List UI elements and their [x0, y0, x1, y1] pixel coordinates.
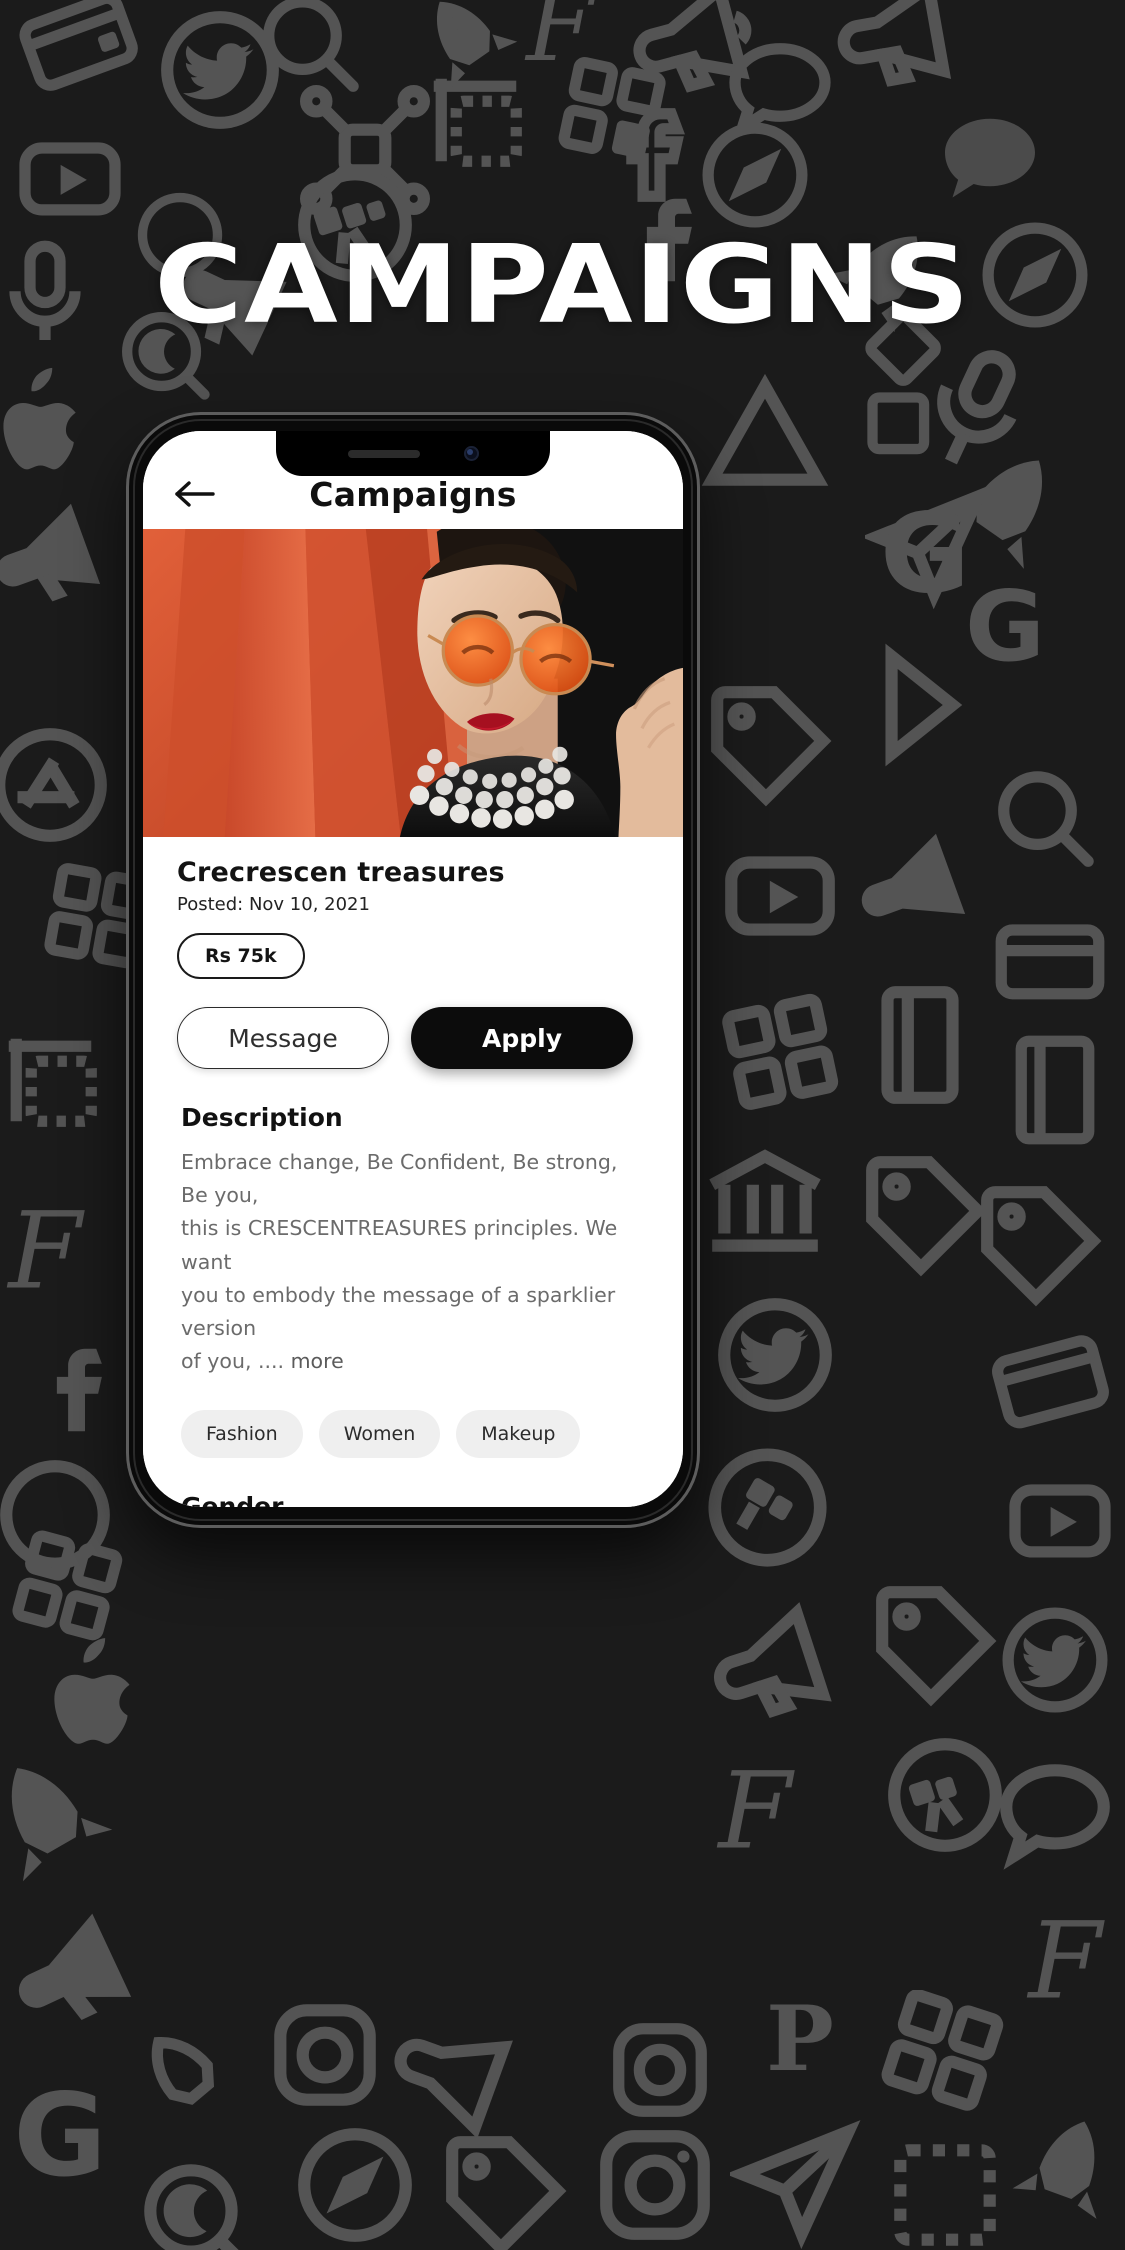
youtube-icon — [19, 142, 121, 216]
campaign-content: Crecrescen treasures Posted: Nov 10, 202… — [143, 837, 683, 1507]
read-more-link[interactable]: more — [291, 1349, 344, 1373]
app-store-icon — [0, 728, 107, 842]
blocks-icon — [722, 993, 839, 1110]
book-icon — [881, 986, 959, 1104]
description-line: you to embody the message of a sparklier… — [181, 1282, 616, 1341]
description-text: Embrace change, Be Confident, Be strong,… — [177, 1146, 649, 1378]
tag-chip[interactable]: Women — [318, 1410, 441, 1459]
campaign-hero-image — [143, 529, 683, 837]
credit-card-icon — [995, 924, 1105, 1000]
instagram-icon — [613, 2023, 707, 2117]
description-last-line: of you, .... more — [181, 1345, 645, 1378]
g-letter-icon: G — [880, 490, 970, 618]
page-title: CAMPAIGNS — [154, 223, 971, 348]
tag-chip[interactable]: Makeup — [456, 1410, 581, 1459]
phone-screen: Campaigns Crecrescen treasures Posted: N… — [143, 431, 683, 1507]
message-button[interactable]: Message — [177, 1007, 389, 1069]
apple-icon — [3, 367, 76, 470]
phone-mockup: Campaigns Crecrescen treasures Posted: N… — [129, 415, 697, 1525]
tag-chip[interactable]: Fashion — [181, 1410, 303, 1459]
apple-icon — [54, 1638, 130, 1744]
tag-icon — [446, 2136, 567, 2250]
f-letter-icon: F — [1026, 1900, 1105, 2023]
facebook-icon — [56, 1348, 102, 1432]
front-camera-icon — [463, 446, 479, 461]
chat-bubble-icon — [945, 118, 1035, 198]
gender-heading: Gender — [181, 1492, 284, 1507]
tag-icon — [876, 1586, 997, 1707]
tag-icon — [981, 1186, 1102, 1307]
search-icon — [998, 771, 1094, 867]
left-arrow-icon[interactable] — [173, 476, 217, 512]
paypal-icon: P — [766, 1986, 834, 2092]
megaphone-icon — [0, 503, 101, 602]
svg-text:F: F — [524, 0, 597, 83]
megaphone-icon — [394, 2038, 513, 2139]
campaign-budget-badge: Rs 75k — [177, 933, 305, 979]
credit-card-icon — [19, 0, 138, 91]
moon-search-icon — [144, 2164, 239, 2250]
campaign-title: Crecrescen treasures — [177, 857, 505, 888]
screenshot-root: F G F G P F F G CAMPAIGNS Campaigns Crec… — [0, 0, 1125, 2250]
f-letter-icon: F — [6, 1190, 85, 1313]
svg-text:G: G — [880, 490, 970, 618]
megaphone-icon — [861, 833, 966, 917]
f-letter-icon: F — [524, 0, 597, 83]
description-line: Embrace change, Be Confident, Be strong,… — [181, 1150, 618, 1208]
book-icon — [1015, 1035, 1095, 1145]
g-letter-icon: G — [13, 2070, 106, 2202]
svg-text:G: G — [13, 2070, 106, 2202]
crop-frame-icon — [894, 2144, 996, 2246]
rocket-icon — [151, 2037, 215, 2105]
tag-icon — [711, 686, 832, 807]
tag-icon — [866, 1156, 987, 1277]
rocket-icon — [1012, 2121, 1097, 2219]
credit-card-icon — [992, 1335, 1109, 1429]
svg-text:P: P — [766, 1986, 834, 2092]
crop-frame-icon — [8, 1038, 97, 1127]
send-icon — [730, 2120, 861, 2250]
megaphone-icon — [714, 1602, 832, 1719]
f-letter-icon: F — [716, 1750, 795, 1873]
triangle-play-icon — [701, 373, 829, 486]
description-tail: of you, .... — [181, 1349, 285, 1374]
instagram-icon — [274, 2004, 376, 2106]
campaign-posted-date: Posted: Nov 10, 2021 — [177, 894, 370, 915]
instagram-icon — [600, 2130, 710, 2240]
satellite-icon — [708, 1448, 827, 1567]
megaphone-icon — [837, 0, 952, 87]
rocket-icon — [11, 1768, 113, 1882]
youtube-icon — [725, 856, 835, 936]
description-heading: Description — [181, 1103, 343, 1132]
twitter-icon — [1002, 1607, 1108, 1713]
twitter-icon — [718, 1298, 832, 1412]
campaign-action-row: Message Apply — [177, 1007, 649, 1069]
bank-icon — [709, 1149, 821, 1252]
app-title: Campaigns — [309, 474, 517, 514]
blocks-icon — [881, 1990, 1004, 2111]
youtube-icon — [1009, 1484, 1111, 1558]
description-line: this is CRESCENTREASURES principles. We … — [181, 1216, 618, 1274]
svg-text:F: F — [1026, 1900, 1105, 2023]
earpiece-speaker-icon — [347, 449, 420, 458]
svg-text:F: F — [6, 1190, 85, 1313]
play-triangle-icon — [885, 643, 963, 767]
svg-text:F: F — [716, 1750, 795, 1873]
telescope-icon — [888, 1738, 1002, 1852]
apply-button[interactable]: Apply — [411, 1007, 633, 1069]
campaign-tag-row: Fashion Women Makeup — [177, 1410, 649, 1459]
megaphone-icon — [18, 1913, 132, 2020]
phone-notch — [276, 431, 550, 476]
